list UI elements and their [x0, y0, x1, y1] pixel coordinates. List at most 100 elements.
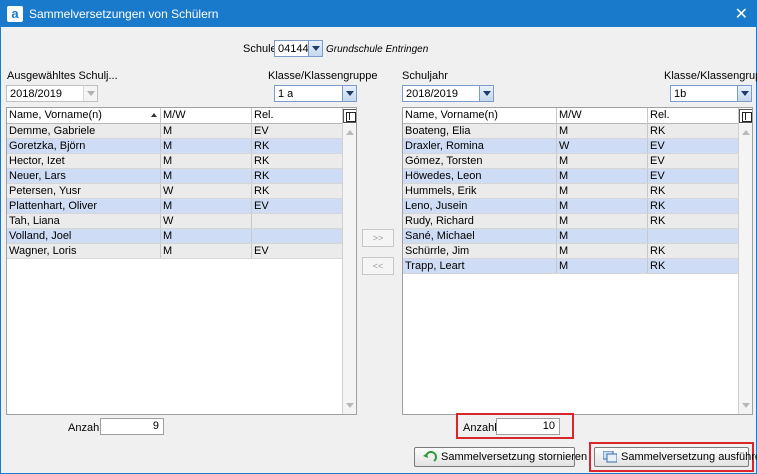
cell-name: Plattenhart, Oliver [7, 199, 161, 213]
cell-name: Draxler, Romina [403, 139, 557, 153]
cell-religion: RK [648, 214, 739, 228]
chevron-down-icon[interactable] [342, 86, 356, 101]
cell-gender: W [557, 139, 648, 153]
scroll-down-icon[interactable] [346, 403, 354, 408]
execute-transfer-button[interactable]: Sammelversetzung ausführen [594, 447, 757, 467]
chevron-down-icon[interactable] [479, 86, 493, 101]
table-row[interactable]: Neuer, Lars M RK [7, 169, 343, 184]
column-header-gender[interactable]: M/W [161, 108, 252, 124]
cell-religion: EV [252, 199, 343, 213]
cell-gender: M [161, 154, 252, 168]
cell-religion: RK [648, 184, 739, 198]
table-row[interactable]: Höwedes, Leon M EV [403, 169, 739, 184]
app-logo-icon: a [7, 6, 23, 22]
cancel-transfer-label: Sammelversetzung stornieren [441, 451, 588, 463]
column-header-name[interactable]: Name, Vorname(n) [7, 108, 161, 124]
scroll-down-icon[interactable] [742, 403, 750, 408]
left-class-label: Klasse/Klassengruppe [268, 70, 378, 82]
left-year-value: 2018/2019 [10, 88, 62, 100]
cell-name: Wagner, Loris [7, 244, 161, 258]
cell-name: Tah, Liana [7, 214, 161, 228]
cell-gender: M [557, 229, 648, 243]
column-header-gender[interactable]: M/W [557, 108, 648, 124]
close-icon[interactable]: ✕ [735, 4, 748, 24]
column-header-name[interactable]: Name, Vorname(n) [403, 108, 557, 124]
table-row[interactable]: Plattenhart, Oliver M EV [7, 199, 343, 214]
right-class-combo[interactable]: 1b [670, 85, 752, 102]
cell-gender: W [161, 214, 252, 228]
cell-name: Rudy, Richard [403, 214, 557, 228]
table-row[interactable]: Hummels, Erik M RK [403, 184, 739, 199]
cell-gender: M [557, 184, 648, 198]
scroll-up-icon[interactable] [346, 130, 354, 135]
right-class-value: 1b [674, 88, 687, 100]
cell-gender: M [557, 244, 648, 258]
cell-religion [252, 229, 343, 243]
cell-religion: RK [252, 169, 343, 183]
table-row[interactable]: Tah, Liana W [7, 214, 343, 229]
cell-gender: M [161, 244, 252, 258]
cell-name: Trapp, Leart [403, 259, 557, 273]
table-row[interactable]: Petersen, Yusr W RK [7, 184, 343, 199]
column-chooser-icon[interactable] [739, 109, 752, 123]
cell-gender: M [161, 139, 252, 153]
cell-gender: M [557, 259, 648, 273]
right-grid-header: Name, Vorname(n) M/W Rel. [403, 108, 739, 124]
table-row[interactable]: Leno, Jusein M RK [403, 199, 739, 214]
right-class-label: Klasse/Klassengruppe [664, 70, 757, 82]
right-year-label: Schuljahr [402, 70, 448, 82]
cell-religion: RK [252, 154, 343, 168]
cell-gender: M [161, 229, 252, 243]
cell-gender: M [161, 124, 252, 138]
cell-name: Hummels, Erik [403, 184, 557, 198]
table-row[interactable]: Draxler, Romina W EV [403, 139, 739, 154]
chevron-down-icon[interactable] [308, 41, 322, 56]
scroll-up-icon[interactable] [742, 130, 750, 135]
column-header-religion[interactable]: Rel. [648, 108, 739, 124]
move-right-button[interactable]: >> [362, 229, 394, 247]
table-row[interactable]: Rudy, Richard M RK [403, 214, 739, 229]
right-year-combo[interactable]: 2018/2019 [402, 85, 494, 102]
table-row[interactable]: Trapp, Leart M RK [403, 259, 739, 274]
table-row[interactable]: Sané, Michael M [403, 229, 739, 244]
cell-name: Hector, Izet [7, 154, 161, 168]
cell-religion: RK [648, 259, 739, 273]
left-grid-rows: Demme, Gabriele M EV Goretzka, Björn M RK Hect… [7, 124, 343, 259]
cell-name: Schürrle, Jim [403, 244, 557, 258]
school-label: Schule [243, 43, 277, 55]
right-count-label: Anzahl [463, 422, 497, 434]
right-student-grid[interactable]: Name, Vorname(n) M/W Rel. Boateng, Elia M… [402, 107, 753, 415]
cell-gender: M [557, 124, 648, 138]
cell-gender: M [557, 169, 648, 183]
move-left-button[interactable]: << [362, 257, 394, 275]
cell-name: Sané, Michael [403, 229, 557, 243]
cell-religion: EV [252, 124, 343, 138]
left-class-combo[interactable]: 1 a [274, 85, 357, 102]
table-row[interactable]: Boateng, Elia M RK [403, 124, 739, 139]
table-row[interactable]: Schürrle, Jim M RK [403, 244, 739, 259]
cell-name: Volland, Joel [7, 229, 161, 243]
school-combo[interactable]: 041448 [274, 40, 323, 57]
table-row[interactable]: Gómez, Torsten M EV [403, 154, 739, 169]
cell-gender: M [161, 169, 252, 183]
cell-religion: RK [252, 139, 343, 153]
cell-name: Höwedes, Leon [403, 169, 557, 183]
table-row[interactable]: Volland, Joel M [7, 229, 343, 244]
chevron-down-icon[interactable] [737, 86, 751, 101]
school-name: Grundschule Entringen [326, 44, 429, 55]
left-vertical-scrollbar[interactable] [342, 124, 356, 414]
table-row[interactable]: Goretzka, Björn M RK [7, 139, 343, 154]
table-row[interactable]: Wagner, Loris M EV [7, 244, 343, 259]
column-chooser-icon[interactable] [343, 109, 356, 123]
window-title: Sammelversetzungen von Schülern [29, 7, 219, 21]
table-row[interactable]: Demme, Gabriele M EV [7, 124, 343, 139]
cell-name: Goretzka, Björn [7, 139, 161, 153]
left-student-grid[interactable]: Name, Vorname(n) M/W Rel. Demme, Gabriel… [6, 107, 357, 415]
dialog-window: a Sammelversetzungen von Schülern ✕ Schu… [0, 0, 757, 474]
cancel-transfer-button[interactable]: Sammelversetzung stornieren [414, 447, 587, 467]
table-row[interactable]: Hector, Izet M RK [7, 154, 343, 169]
cell-name: Demme, Gabriele [7, 124, 161, 138]
cell-religion: RK [648, 199, 739, 213]
right-vertical-scrollbar[interactable] [738, 124, 752, 414]
column-header-religion[interactable]: Rel. [252, 108, 343, 124]
